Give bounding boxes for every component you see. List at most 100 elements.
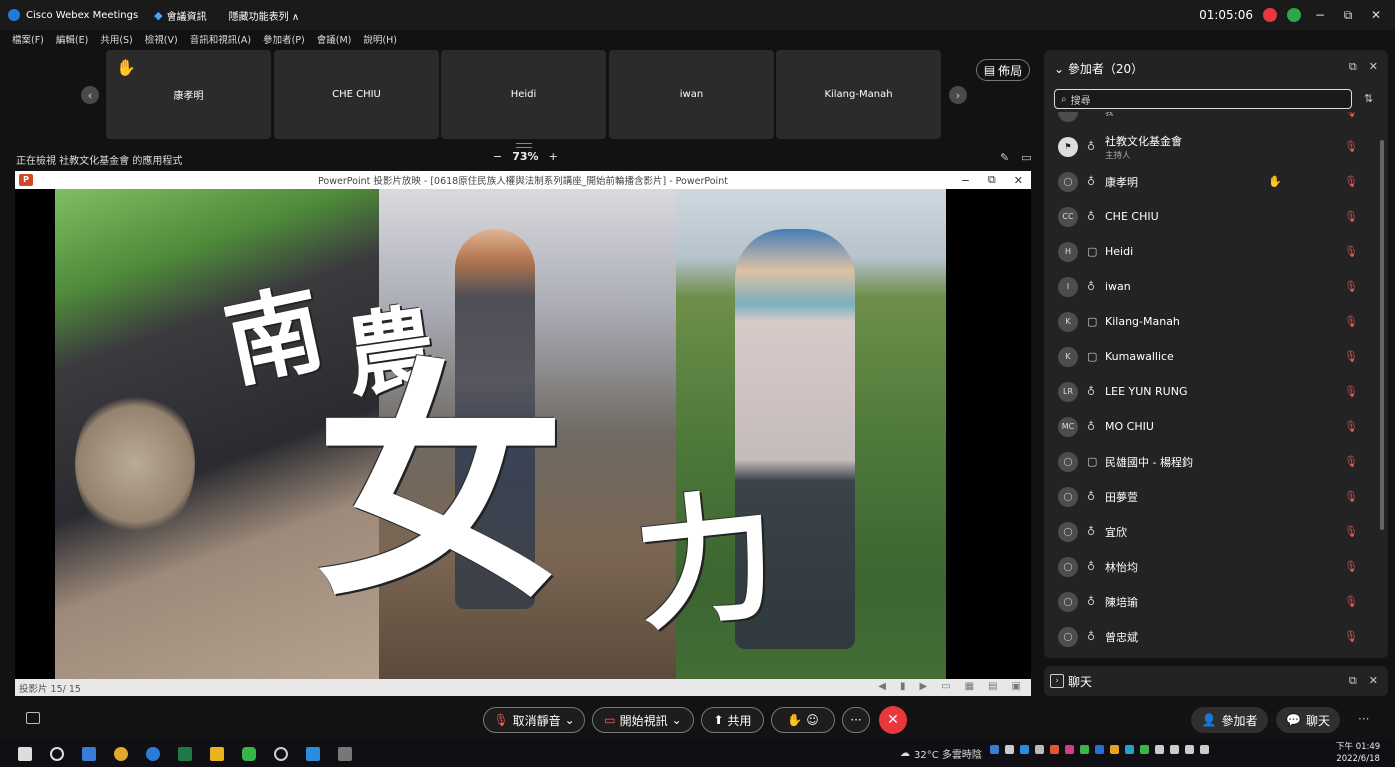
- mic-muted-icon[interactable]: 🎙: [1344, 560, 1358, 573]
- recording-icon[interactable]: [1263, 8, 1277, 22]
- prev-slide-icon[interactable]: ◀: [878, 681, 886, 692]
- participant-scrollbar[interactable]: [1380, 140, 1384, 530]
- tray-icon[interactable]: [990, 745, 999, 754]
- mic-muted-icon[interactable]: 🎙: [1344, 315, 1358, 328]
- panel-more-button[interactable]: ···: [1358, 712, 1369, 726]
- participant-row[interactable]: H ▢ Heidi 🎙: [1052, 234, 1372, 269]
- participants-button[interactable]: 👤 參加者: [1191, 707, 1268, 733]
- mic-muted-icon[interactable]: 🎙: [1344, 210, 1358, 223]
- participant-row[interactable]: ◯ ♁ 田夢萱 🎙: [1052, 479, 1372, 514]
- annotate-icon[interactable]: ✎: [1000, 151, 1009, 164]
- popout-icon[interactable]: ⧉: [1349, 60, 1357, 74]
- menu-edit[interactable]: 編輯(E): [56, 32, 88, 46]
- participant-row[interactable]: ⚑ ♁ 社教文化基金會 主持人 🎙: [1052, 129, 1372, 164]
- participant-row[interactable]: ◯ ♁ 曾忠斌 🎙: [1052, 619, 1372, 652]
- participant-row[interactable]: ◯ ♁ 林怡均 🎙: [1052, 549, 1372, 584]
- webex-icon[interactable]: [306, 746, 320, 761]
- tray-icon[interactable]: [1125, 745, 1134, 754]
- reaction-icon[interactable]: ☺: [806, 713, 819, 727]
- profile-avatar[interactable]: [1287, 8, 1301, 22]
- ppt-minimize-button[interactable]: −: [961, 174, 970, 187]
- raise-hand-icon[interactable]: ✋: [787, 713, 802, 727]
- mic-muted-icon[interactable]: 🎙: [1344, 455, 1358, 468]
- menu-meeting[interactable]: 會議(M): [317, 32, 352, 46]
- menu-audio-video[interactable]: 音訊和視訊(A): [190, 32, 251, 46]
- windows-start-icon[interactable]: [18, 746, 32, 761]
- mic-muted-icon[interactable]: 🎙: [1344, 280, 1358, 293]
- minimize-button[interactable]: −: [1311, 8, 1329, 22]
- chrome-icon[interactable]: [114, 746, 128, 761]
- normal-view-icon[interactable]: ▭: [941, 681, 950, 692]
- mic-muted-icon[interactable]: 🎙: [1344, 420, 1358, 433]
- slideshow-view-icon[interactable]: ▣: [1012, 681, 1021, 692]
- mic-muted-icon[interactable]: 🎙: [1344, 175, 1358, 188]
- edge-icon[interactable]: [146, 746, 160, 761]
- menu-file[interactable]: 檔案(F): [12, 32, 44, 46]
- ppt-close-button[interactable]: ✕: [1014, 174, 1023, 187]
- participants-header[interactable]: ⌄ 參加者（20）: [1054, 60, 1143, 77]
- close-panel-icon[interactable]: ✕: [1369, 674, 1378, 688]
- tray-icon[interactable]: [1020, 745, 1029, 754]
- restore-button[interactable]: ⧉: [1339, 8, 1357, 23]
- tool-icon[interactable]: [338, 746, 352, 761]
- tray-icon[interactable]: [1140, 745, 1149, 754]
- zoom-out-button[interactable]: −: [493, 150, 502, 163]
- app-icon[interactable]: [274, 746, 288, 761]
- tray-icon[interactable]: [1095, 745, 1104, 754]
- layout-button[interactable]: ▤ 佈局: [976, 59, 1030, 81]
- video-tile[interactable]: CHE CHIU: [274, 50, 439, 139]
- participant-row[interactable]: I ♁ iwan 🎙: [1052, 269, 1372, 304]
- mic-muted-icon[interactable]: 🎙: [1344, 140, 1358, 153]
- participant-row[interactable]: ◯ ♁ 陳培瑜 🎙: [1052, 584, 1372, 619]
- video-tile[interactable]: Heidi: [441, 50, 606, 139]
- mic-muted-icon[interactable]: 🎙: [1344, 595, 1358, 608]
- participant-row[interactable]: 我 🎙: [1052, 112, 1372, 129]
- zoom-in-button[interactable]: +: [549, 150, 558, 163]
- participant-row[interactable]: K ▢ Kilang-Manah 🎙: [1052, 304, 1372, 339]
- video-tile[interactable]: Kilang-Manah: [776, 50, 941, 139]
- start-video-button[interactable]: ▭ 開始視訊 ⌄: [592, 707, 694, 733]
- popout-icon[interactable]: ⧉: [1349, 674, 1357, 688]
- menu-participants[interactable]: 參加者(P): [263, 32, 305, 46]
- tray-icon[interactable]: [1065, 745, 1074, 754]
- video-tile[interactable]: ✋ 康孝明: [106, 50, 271, 139]
- menu-share[interactable]: 共用(S): [100, 32, 132, 46]
- mic-muted-icon[interactable]: 🎙: [1344, 112, 1358, 118]
- sort-icon[interactable]: ⇅: [1364, 92, 1373, 105]
- tray-icon[interactable]: [1110, 745, 1119, 754]
- participant-row[interactable]: ◯ ♁ 康孝明 ✋ 🎙: [1052, 164, 1372, 199]
- participant-row[interactable]: ◯ ▢ 民雄國中 - 楊程鈞 🎙: [1052, 444, 1372, 479]
- sorter-view-icon[interactable]: ▦: [965, 681, 974, 692]
- mic-muted-icon[interactable]: 🎙: [1344, 525, 1358, 538]
- participant-row[interactable]: LR ♁ LEE YUN RUNG 🎙: [1052, 374, 1372, 409]
- end-meeting-button[interactable]: ✕: [879, 706, 907, 734]
- hide-menu-bar-button[interactable]: 隱藏功能表列 ∧: [229, 8, 300, 23]
- resize-handle[interactable]: [516, 143, 532, 148]
- volume-icon[interactable]: [1170, 745, 1179, 754]
- mic-muted-icon[interactable]: 🎙: [1344, 630, 1358, 643]
- reading-view-icon[interactable]: ▤: [988, 681, 997, 692]
- search-icon[interactable]: [50, 746, 64, 761]
- participant-row[interactable]: MC ♁ MO CHIU 🎙: [1052, 409, 1372, 444]
- notification-icon[interactable]: [1200, 745, 1209, 754]
- captions-icon[interactable]: [26, 712, 40, 724]
- participant-row[interactable]: ◯ ♁ 宜欣 🎙: [1052, 514, 1372, 549]
- mic-muted-icon[interactable]: 🎙: [1344, 490, 1358, 503]
- chat-button[interactable]: 💬 聊天: [1276, 707, 1340, 733]
- excel-icon[interactable]: [178, 746, 192, 761]
- chat-panel[interactable]: › 聊天 ⧉ ✕: [1044, 666, 1388, 696]
- reactions-group[interactable]: ✋ ☺: [771, 707, 835, 733]
- line-icon[interactable]: [242, 746, 256, 761]
- tray-icon[interactable]: [1050, 745, 1059, 754]
- menu-help[interactable]: 說明(H): [363, 32, 397, 46]
- ppt-restore-button[interactable]: ⧉: [988, 173, 996, 187]
- weather-widget[interactable]: ☁ 32°C 多雲時陰: [900, 746, 982, 761]
- mic-muted-icon[interactable]: 🎙: [1344, 350, 1358, 363]
- meeting-info-button[interactable]: 會議資訊: [167, 8, 207, 23]
- mic-muted-icon[interactable]: 🎙: [1344, 245, 1358, 258]
- file-explorer-icon[interactable]: [82, 746, 96, 761]
- video-tile[interactable]: iwan: [609, 50, 774, 139]
- unmute-button[interactable]: 🎙 取消靜音 ⌄: [483, 707, 585, 733]
- participant-row[interactable]: K ▢ Kumawallice 🎙: [1052, 339, 1372, 374]
- mic-muted-icon[interactable]: 🎙: [1344, 385, 1358, 398]
